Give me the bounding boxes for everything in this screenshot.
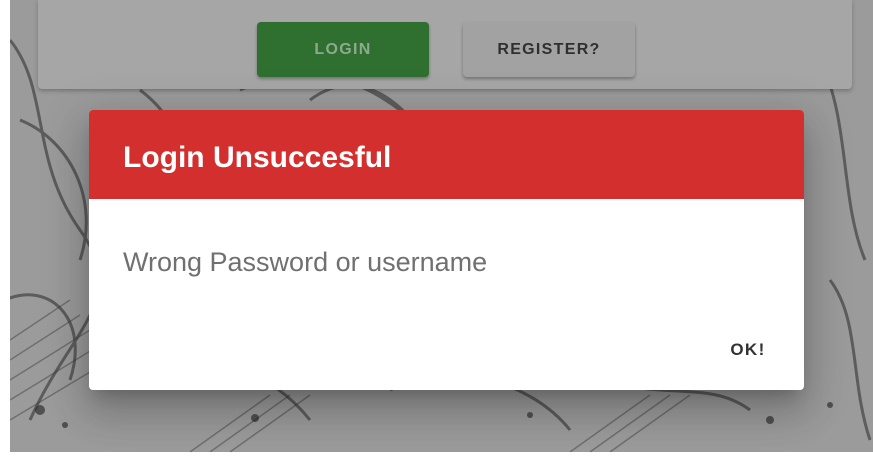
login-button[interactable]: LOGIN (257, 22, 429, 77)
auth-card: LOGIN REGISTER? (38, 0, 852, 89)
dialog-header: Login Unsuccesful (89, 110, 804, 199)
ok-button[interactable]: OK! (712, 330, 784, 370)
dialog-message: Wrong Password or username (123, 247, 488, 277)
dialog-title: Login Unsuccesful (123, 141, 392, 174)
viewport: LOGIN REGISTER? Login Unsuccesful Wrong … (0, 0, 873, 461)
error-dialog: Login Unsuccesful Wrong Password or user… (89, 110, 804, 390)
register-button[interactable]: REGISTER? (463, 22, 635, 77)
